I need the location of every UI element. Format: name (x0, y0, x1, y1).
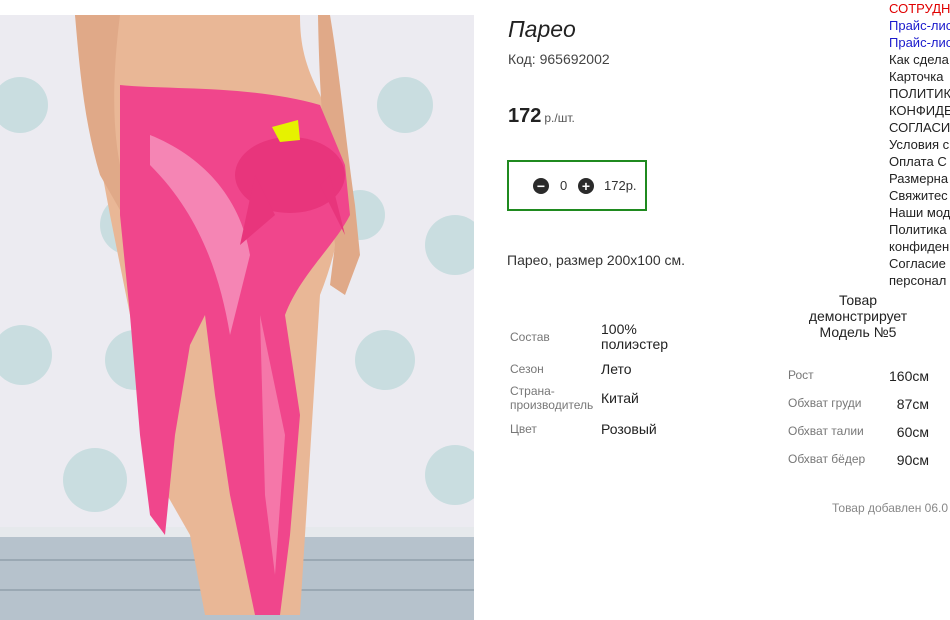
product-photo[interactable] (0, 15, 474, 620)
quantity-value[interactable]: 0 (560, 178, 567, 193)
added-date: Товар добавлен 06.0 (832, 501, 949, 515)
model-title: Товар демонстрирует Модель №5 (808, 292, 908, 340)
side-link[interactable]: ПОЛИТИК (889, 85, 950, 102)
measure-label: Обхват бёдер (788, 452, 866, 466)
measure-value: 160см (889, 368, 929, 384)
side-link[interactable]: Оплата С (889, 153, 950, 170)
measure-label: Рост (788, 368, 814, 382)
product-code: Код: 965692002 (508, 51, 610, 67)
side-link[interactable]: Прайс-лис (889, 34, 950, 51)
spec-value: 100% полиэстер (601, 321, 669, 352)
side-link[interactable]: конфиден (889, 238, 950, 255)
side-link[interactable]: СОГЛАСИ (889, 119, 950, 136)
side-link[interactable]: Политика (889, 221, 950, 238)
spec-label: Сезон (510, 362, 544, 376)
spec-label: Состав (510, 330, 550, 344)
product-description: Парео, размер 200х100 см. (507, 252, 686, 268)
price-unit: р./шт. (544, 111, 575, 125)
minus-icon[interactable]: − (533, 178, 549, 194)
cart-quantity-box: − 0 + 172р. (507, 160, 647, 211)
side-link[interactable]: Свяжитес (889, 187, 950, 204)
spec-value: Розовый (601, 421, 657, 437)
measure-value: 87см (896, 396, 929, 412)
side-link[interactable]: Наши мод (889, 204, 950, 221)
spec-value: Китай (601, 390, 639, 406)
side-link[interactable]: КОНФИДЕ (889, 102, 950, 119)
measure-value: 60см (896, 424, 929, 440)
plus-icon[interactable]: + (578, 178, 594, 194)
side-link[interactable]: Согласие (889, 255, 950, 272)
side-link[interactable]: персонал (889, 272, 950, 289)
measure-label: Обхват груди (788, 396, 862, 410)
product-title: Парео (508, 16, 576, 42)
side-link[interactable]: Условия с (889, 136, 950, 153)
measure-label: Обхват талии (788, 424, 864, 438)
side-link[interactable]: Размерна (889, 170, 950, 187)
spec-label: Цвет (510, 422, 537, 436)
side-menu: СОТРУДН Прайс-лис Прайс-лис Как сдела Ка… (889, 0, 950, 289)
price-value: 172 (508, 105, 542, 127)
side-link[interactable]: СОТРУДН (889, 0, 950, 17)
side-link[interactable]: Прайс-лис (889, 17, 950, 34)
side-link[interactable]: Как сдела (889, 51, 950, 68)
spec-label: Страна-производитель (510, 384, 594, 412)
cart-sum: 172р. (604, 178, 637, 193)
product-price: 172 р./шт. (508, 105, 575, 128)
side-link[interactable]: Карточка (889, 68, 950, 85)
spec-value: Лето (601, 361, 632, 377)
measure-value: 90см (896, 452, 929, 468)
